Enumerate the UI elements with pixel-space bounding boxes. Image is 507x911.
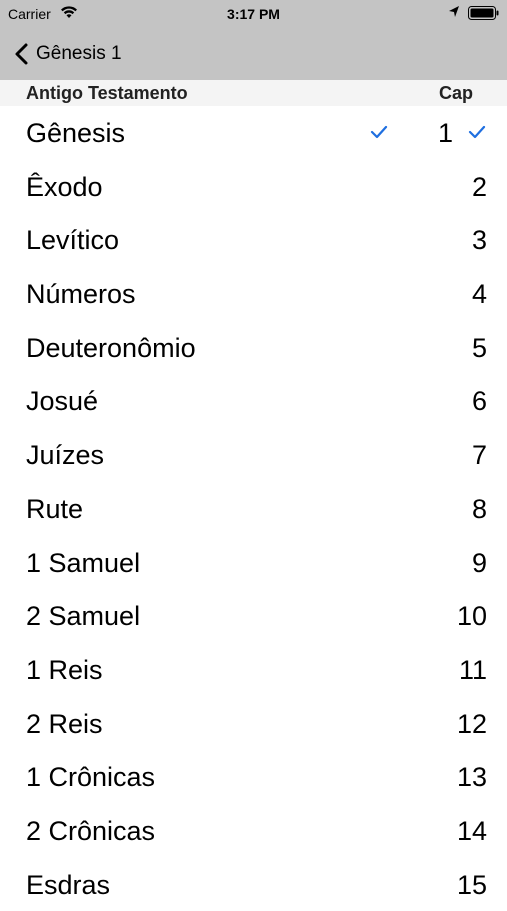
book-row[interactable]: Êxodo 2: [0, 160, 507, 214]
book-name: Esdras: [26, 869, 111, 900]
book-row[interactable]: 1 Crônicas 13: [0, 750, 507, 804]
chapter-number: 11: [458, 654, 487, 685]
checkmark-icon: [468, 124, 486, 140]
book-name: 1 Crônicas: [26, 762, 156, 793]
chapter-number: 7: [471, 440, 487, 471]
chapter-number: 12: [456, 708, 487, 739]
book-name: Gênesis: [26, 118, 126, 148]
book-name: Levítico: [26, 225, 120, 256]
chapter-number: 6: [471, 386, 487, 417]
book-name: 1 Samuel: [26, 547, 141, 578]
section-title: Antigo Testamento: [26, 83, 188, 103]
status-bar: Carrier 3:17 PM: [0, 0, 507, 28]
checkmark-icon: [370, 124, 388, 140]
book-row[interactable]: Números 4: [0, 267, 507, 321]
book-row[interactable]: Esdras 15: [0, 858, 507, 911]
book-name: 2 Reis: [26, 708, 103, 739]
chapter-column-label: Cap: [438, 83, 473, 103]
chapter-number: 8: [471, 493, 487, 524]
book-row[interactable]: Levítico 3: [0, 213, 507, 267]
location-arrow-icon: [448, 5, 460, 22]
chapter-number: 5: [471, 332, 487, 363]
book-name: Rute: [26, 493, 84, 524]
book-list: Gênesis 1 Êxodo 2 Levítico 3 Números 4 Deuteronô…: [0, 106, 507, 911]
book-name: Números: [26, 279, 136, 310]
book-name: 2 Crônicas: [26, 815, 156, 846]
section-header: Antigo Testamento Cap: [0, 80, 507, 106]
nav-bar: Gênesis 1: [0, 30, 507, 78]
status-time: 3:17 PM: [227, 6, 280, 22]
book-name: 2 Samuel: [26, 601, 141, 632]
chapter-number: 3: [471, 225, 487, 256]
book-row[interactable]: Juízes 7: [0, 428, 507, 482]
book-row[interactable]: Rute 8: [0, 482, 507, 536]
chapter-number: 10: [456, 601, 487, 632]
battery-icon: [468, 6, 500, 23]
book-row[interactable]: Gênesis 1: [0, 106, 507, 160]
chapter-number: 2: [471, 171, 487, 202]
book-row[interactable]: 2 Crônicas 14: [0, 804, 507, 858]
book-name: Êxodo: [26, 171, 103, 202]
book-name: 1 Reis: [26, 654, 103, 685]
chapter-number: 15: [456, 869, 487, 900]
book-row[interactable]: 2 Reis 12: [0, 697, 507, 751]
chapter-number: 13: [456, 762, 487, 793]
chapter-number: 4: [471, 279, 487, 310]
chapter-number: 1: [437, 118, 453, 148]
book-row[interactable]: 1 Samuel 9: [0, 536, 507, 590]
back-button[interactable]: Gênesis 1: [12, 40, 122, 68]
chevron-left-icon: [12, 42, 32, 66]
chapter-number: 9: [471, 547, 487, 578]
navigation-bar: Carrier 3:17 PM Gênesis 1: [0, 0, 507, 80]
book-name: Josué: [26, 386, 99, 417]
book-name: Deuteronômio: [26, 332, 196, 363]
book-row[interactable]: 1 Reis 11: [0, 643, 507, 697]
book-row[interactable]: 2 Samuel 10: [0, 589, 507, 643]
book-name: Juízes: [26, 440, 105, 471]
chapter-number: 14: [456, 815, 487, 846]
book-row[interactable]: Josué 6: [0, 374, 507, 428]
book-row[interactable]: Deuteronômio 5: [0, 321, 507, 375]
back-button-label: Gênesis 1: [36, 43, 122, 64]
